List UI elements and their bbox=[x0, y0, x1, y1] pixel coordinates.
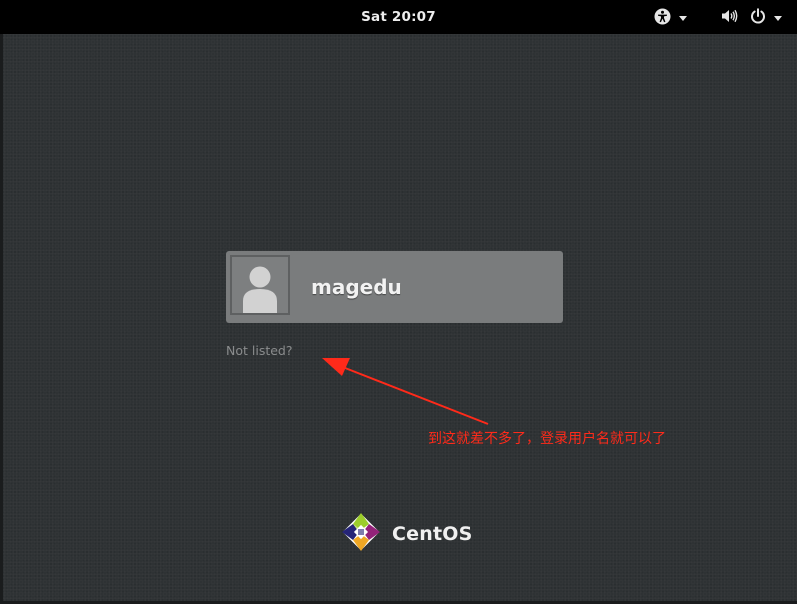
annotation-text: 到这就差不多了，登录用户名就可以了 bbox=[428, 431, 666, 447]
centos-logo-icon bbox=[340, 511, 382, 557]
centos-logo-text: CentOS bbox=[392, 523, 473, 545]
centos-logo: CentOS bbox=[340, 511, 472, 557]
